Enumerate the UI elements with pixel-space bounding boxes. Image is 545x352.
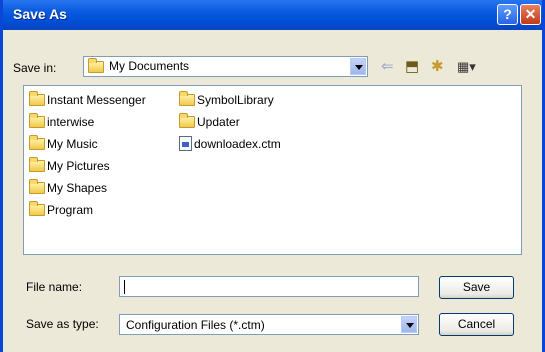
help-button[interactable]: ? (497, 4, 518, 25)
new-folder-icon[interactable]: ✱ (431, 57, 444, 75)
cancel-button[interactable]: Cancel (439, 313, 514, 336)
my-documents-icon (88, 58, 104, 73)
list-item[interactable]: Instant Messenger (29, 91, 146, 109)
music-folder-icon (29, 135, 45, 150)
folder-icon (29, 91, 45, 106)
folder-icon (29, 113, 45, 128)
save-as-type-label: Save as type: (26, 317, 99, 331)
close-button[interactable]: ✕ (520, 4, 541, 25)
list-item[interactable]: Program (29, 201, 93, 219)
list-item[interactable]: My Music (29, 135, 98, 153)
list-item[interactable]: interwise (29, 113, 94, 131)
save-in-label: Save in: (13, 61, 57, 75)
folder-icon (179, 91, 195, 106)
folder-icon (29, 201, 45, 216)
up-folder-icon[interactable]: ⬒ (405, 57, 419, 75)
list-item[interactable]: My Shapes (29, 179, 107, 197)
save-in-dropdown[interactable]: My Documents (83, 56, 368, 77)
save-in-value: My Documents (109, 59, 190, 73)
back-icon[interactable]: ⇐ (381, 57, 394, 75)
save-as-type-dropdown[interactable]: Configuration Files (*.ctm) (119, 314, 419, 335)
list-item[interactable]: Updater (179, 113, 240, 131)
folder-icon (179, 113, 195, 128)
file-name-label: File name: (26, 280, 83, 294)
list-item[interactable]: downloadex.ctm (179, 135, 281, 153)
list-item[interactable]: SymbolLibrary (179, 91, 274, 109)
dialog-title: Save As (13, 6, 67, 22)
file-list[interactable]: Instant Messenger interwise My Music My … (23, 85, 522, 255)
list-item[interactable]: My Pictures (29, 157, 110, 175)
shapes-folder-icon (29, 179, 45, 194)
ctm-file-icon (179, 136, 192, 151)
pictures-folder-icon (29, 157, 45, 172)
chevron-down-icon[interactable] (401, 316, 417, 333)
save-as-type-value: Configuration Files (*.ctm) (126, 318, 265, 332)
save-as-dialog: Save As ? ✕ Save in: My Documents ⇐ ⬒ ✱ … (0, 0, 545, 352)
file-name-input[interactable] (119, 276, 419, 297)
text-cursor (124, 280, 125, 294)
save-button[interactable]: Save (439, 276, 514, 299)
chevron-down-icon[interactable] (350, 58, 366, 75)
view-menu-icon[interactable]: ▦▾ (457, 59, 476, 75)
title-bar[interactable]: Save As ? ✕ (3, 0, 542, 30)
